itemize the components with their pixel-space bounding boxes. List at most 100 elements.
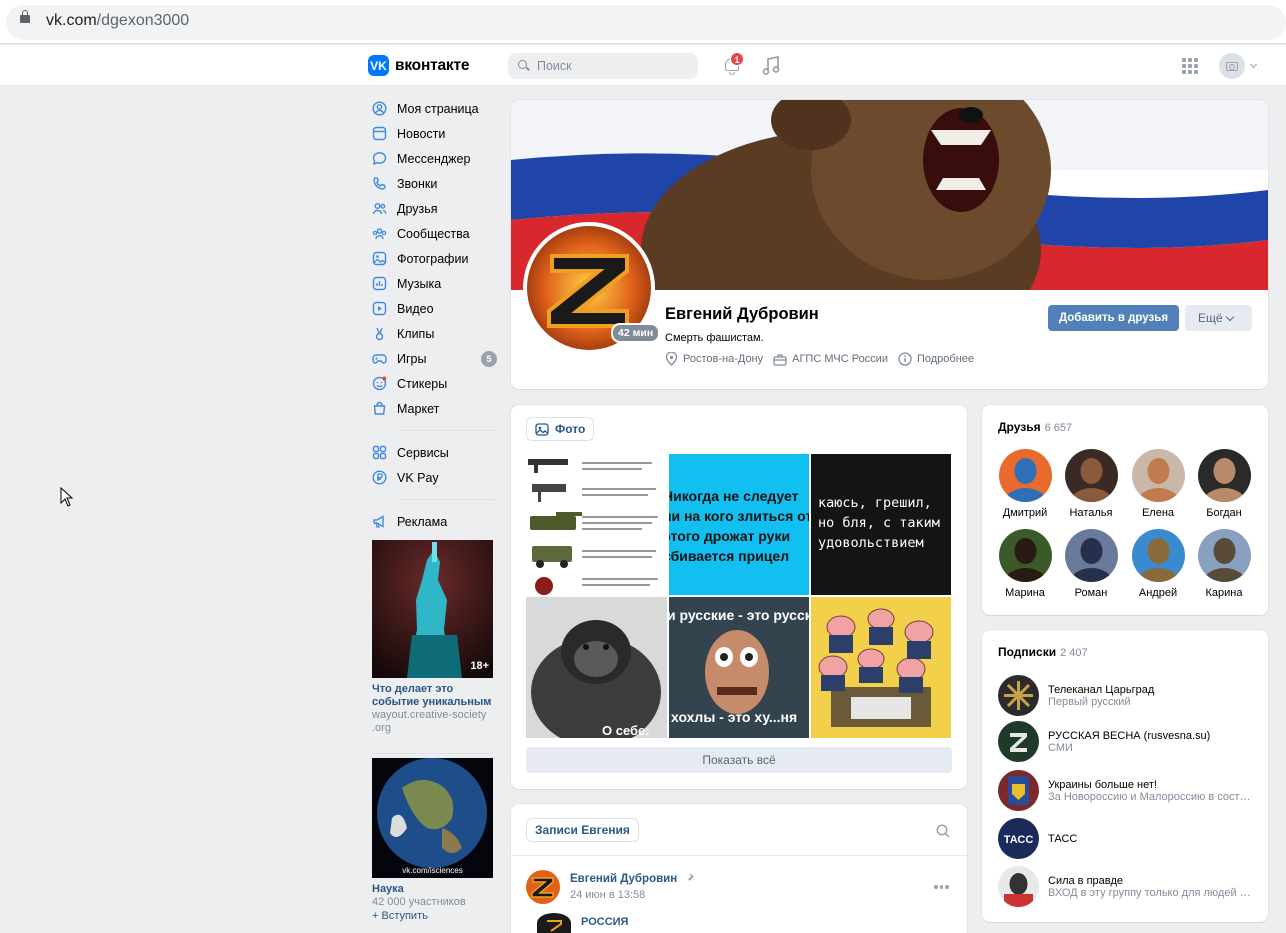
vk-logo[interactable]: VK вконтакте <box>368 55 469 76</box>
friend-avatar[interactable] <box>1064 449 1118 502</box>
repost-author[interactable]: РОССИЯ <box>581 916 628 928</box>
subscription-name[interactable]: РУССКАЯ ВЕСНА (rusvesna.su) <box>1048 730 1253 742</box>
photo-tile-text-blue[interactable]: Никогда не следует ни на кого злиться от… <box>669 454 809 595</box>
post-date[interactable]: 24 июн в 13:58 <box>570 889 645 901</box>
wall-tab[interactable]: Записи Евгения <box>526 818 639 842</box>
nav-item[interactable]: Реклама <box>372 509 497 534</box>
friend-avatar[interactable] <box>1197 529 1251 582</box>
nav-item[interactable]: VK Pay <box>372 465 497 490</box>
subscription-item[interactable]: ТАСС ТАСС <box>998 818 1258 859</box>
subscription-item[interactable]: РУССКАЯ ВЕСНА (rusvesna.su) СМИ <box>998 721 1258 762</box>
apps-grid-icon[interactable] <box>1182 58 1198 74</box>
lock-icon[interactable] <box>20 10 30 23</box>
friend-name[interactable]: Роман <box>1058 587 1124 599</box>
friend-name[interactable]: Дмитрий <box>992 507 1058 519</box>
url-text[interactable]: vk.com/dgexon3000 <box>46 12 189 30</box>
pin-icon <box>686 873 695 883</box>
city-item[interactable]: Ростов-на-Дону <box>665 352 763 366</box>
friend-avatar[interactable] <box>1131 529 1185 582</box>
post-menu-icon[interactable] <box>934 885 949 889</box>
nav-item[interactable]: Маркет <box>372 396 497 421</box>
nav-item[interactable]: Видео <box>372 296 497 321</box>
nav-item[interactable]: Стикеры <box>372 371 497 396</box>
work-item[interactable]: АГПС МЧС России <box>773 353 888 366</box>
friend-item[interactable]: Дмитрий <box>992 449 1058 519</box>
subscription-item[interactable]: Телеканал Царьград Первый русский <box>998 675 1258 716</box>
friend-name[interactable]: Богдан <box>1191 507 1257 519</box>
nav-item[interactable]: Моя страница <box>372 96 497 121</box>
ads-icon <box>372 514 387 529</box>
more-button[interactable]: Ещё <box>1185 305 1252 331</box>
add-friend-button[interactable]: Добавить в друзья <box>1048 305 1179 331</box>
subscription-name[interactable]: Украины больше нет! <box>1048 779 1253 791</box>
nav-item-label: Друзья <box>397 201 438 216</box>
ad-image-earth[interactable]: vk.com/isciences <box>372 758 493 878</box>
friend-item[interactable]: Марина <box>992 529 1058 599</box>
subscription-avatar[interactable] <box>998 866 1039 907</box>
friend-item[interactable]: Андрей <box>1125 529 1191 599</box>
show-all-photos-button[interactable]: Показать всё <box>526 747 952 773</box>
search-input[interactable] <box>537 57 687 75</box>
friend-item[interactable]: Наталья <box>1058 449 1124 519</box>
subscription-name[interactable]: Сила в правде <box>1048 875 1253 887</box>
photo-tile-man[interactable]: и русские - это русские хохлы - это ху..… <box>669 597 809 738</box>
more-info-item[interactable]: Подробнее <box>898 352 974 366</box>
nav-item[interactable]: Друзья <box>372 196 497 221</box>
nav-item[interactable]: Новости <box>372 121 497 146</box>
friend-name[interactable]: Карина <box>1191 587 1257 599</box>
subscription-name[interactable]: ТАСС <box>1048 833 1077 845</box>
photos-tab[interactable]: Фото <box>526 417 595 441</box>
repost-avatar[interactable] <box>537 913 571 933</box>
friend-avatar[interactable] <box>998 529 1052 582</box>
friend-item[interactable]: Богдан <box>1191 449 1257 519</box>
photo-tile-weapons[interactable] <box>526 454 667 595</box>
friend-item[interactable]: Карина <box>1191 529 1257 599</box>
friend-avatar[interactable] <box>998 449 1052 502</box>
nav-item-label: Игры <box>397 351 427 366</box>
friend-name[interactable]: Марина <box>992 587 1058 599</box>
friend-name[interactable]: Елена <box>1125 507 1191 519</box>
nav-item[interactable]: Звонки <box>372 171 497 196</box>
search-icon[interactable] <box>936 824 950 838</box>
nav-item[interactable]: Сообщества <box>372 221 497 246</box>
nav-item[interactable]: Мессенджер <box>372 146 497 171</box>
ad-title[interactable]: Наука <box>372 883 493 896</box>
subscription-avatar[interactable] <box>998 770 1039 811</box>
music-note-icon[interactable] <box>762 56 780 76</box>
subscription-item[interactable]: Украины больше нет! За Новороссию и Малор… <box>998 770 1258 811</box>
ad-image-statue[interactable]: 18+ <box>372 540 493 678</box>
friend-name[interactable]: Андрей <box>1125 587 1191 599</box>
nav-item[interactable]: Игры 5 <box>372 346 497 371</box>
subscription-avatar[interactable]: ТАСС <box>998 818 1039 859</box>
join-link[interactable]: + Вступить <box>372 909 493 924</box>
url-field[interactable] <box>6 5 1286 40</box>
photo-tile-text-dark[interactable]: каюсь, грешил, но бля, с таким удовольст… <box>811 454 951 595</box>
subscription-item[interactable]: Сила в правде ВХОД в эту группу только дл… <box>998 866 1258 907</box>
friend-avatar[interactable] <box>1131 449 1185 502</box>
friends-title[interactable]: Друзья 6 657 <box>998 420 1072 434</box>
ad-block-1[interactable]: 18+ Что делает это событие уникальным wa… <box>372 540 493 735</box>
nav-item[interactable]: Фотографии <box>372 246 497 271</box>
chevron-down-icon[interactable] <box>1249 60 1258 69</box>
photo-tile-ape[interactable]: О себе: <box>526 597 667 738</box>
subscription-avatar[interactable] <box>998 721 1039 762</box>
subscription-name[interactable]: Телеканал Царьград <box>1048 684 1253 696</box>
user-circle-icon <box>372 101 387 116</box>
friend-name[interactable]: Наталья <box>1058 507 1124 519</box>
nav-item[interactable]: Сервисы <box>372 440 497 465</box>
nav-item[interactable]: Музыка <box>372 271 497 296</box>
post-author-name[interactable]: Евгений Дубровин <box>570 872 695 885</box>
friend-avatar[interactable] <box>1197 449 1251 502</box>
ad-title[interactable]: Что делает это событие уникальным <box>372 683 493 709</box>
search-box[interactable] <box>508 53 698 79</box>
subscription-avatar[interactable] <box>998 675 1039 716</box>
ad-block-2[interactable]: vk.com/isciences Наука 42 000 участников… <box>372 758 493 924</box>
photo-tile-pigs[interactable] <box>811 597 951 738</box>
subscriptions-title[interactable]: Подписки 2 407 <box>998 645 1088 659</box>
friend-avatar[interactable] <box>1064 529 1118 582</box>
nav-item[interactable]: Клипы <box>372 321 497 346</box>
post-author-avatar[interactable] <box>526 870 560 904</box>
user-menu-avatar[interactable] <box>1219 53 1245 79</box>
friend-item[interactable]: Роман <box>1058 529 1124 599</box>
friend-item[interactable]: Елена <box>1125 449 1191 519</box>
